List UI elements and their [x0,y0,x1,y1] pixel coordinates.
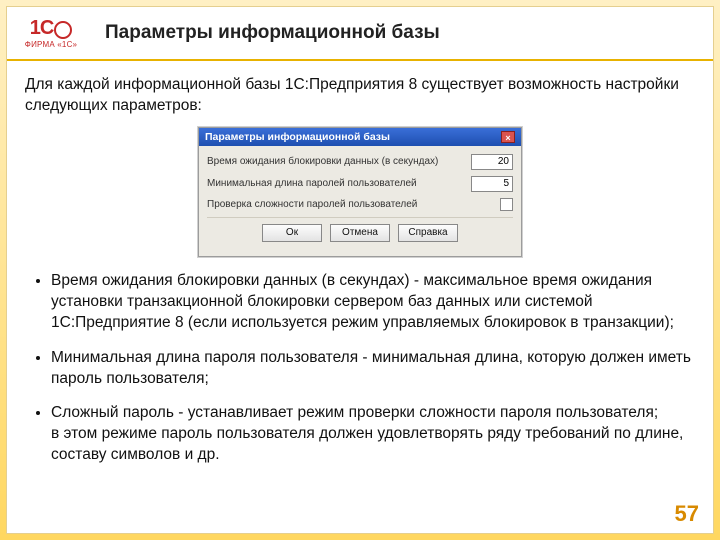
header: 1С ФИРМА «1С» Параметры информационной б… [7,7,713,61]
dialog-title: Параметры информационной базы [205,131,390,143]
dialog-titlebar: Параметры информационной базы × [199,128,521,146]
bullet-text: Минимальная длина пароля пользователя - … [51,349,691,387]
logo-circle-icon [54,21,72,39]
infobase-params-dialog: Параметры информационной базы × Время ож… [198,127,522,257]
bullet-text: Сложный пароль - устанавливает режим про… [51,404,683,463]
bullet-text: Время ожидания блокировки данных (в секу… [51,272,674,331]
lock-timeout-input[interactable] [471,154,513,170]
ok-button[interactable]: Ок [262,224,322,242]
cancel-button[interactable]: Отмена [330,224,390,242]
password-complexity-label: Проверка сложности паролей пользователей [207,199,417,210]
lock-timeout-label: Время ожидания блокировки данных (в секу… [207,156,438,167]
list-item: Минимальная длина пароля пользователя - … [51,348,695,390]
min-password-length-input[interactable] [471,176,513,192]
list-item: Сложный пароль - устанавливает режим про… [51,403,695,466]
logo-subtext: ФИРМА «1С» [25,40,77,49]
bullet-list: Время ожидания блокировки данных (в секу… [25,271,695,466]
logo-1c: 1С ФИРМА «1С» [11,10,91,56]
slide-body: Для каждой информационной базы 1С:Предпр… [7,61,713,466]
close-icon[interactable]: × [501,131,515,143]
min-password-length-label: Минимальная длина паролей пользователей [207,178,417,189]
page-number: 57 [675,501,699,527]
page-title: Параметры информационной базы [105,22,440,44]
list-item: Время ожидания блокировки данных (в секу… [51,271,695,334]
password-complexity-checkbox[interactable] [500,198,513,211]
help-button[interactable]: Справка [398,224,458,242]
intro-text: Для каждой информационной базы 1С:Предпр… [25,75,695,117]
logo-text: 1С [30,17,54,40]
